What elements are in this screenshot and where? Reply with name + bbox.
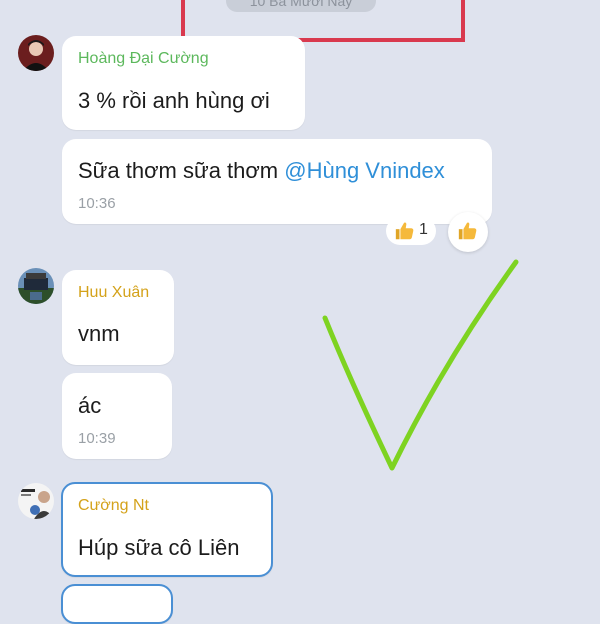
annotation-checkmark: [322, 259, 519, 471]
